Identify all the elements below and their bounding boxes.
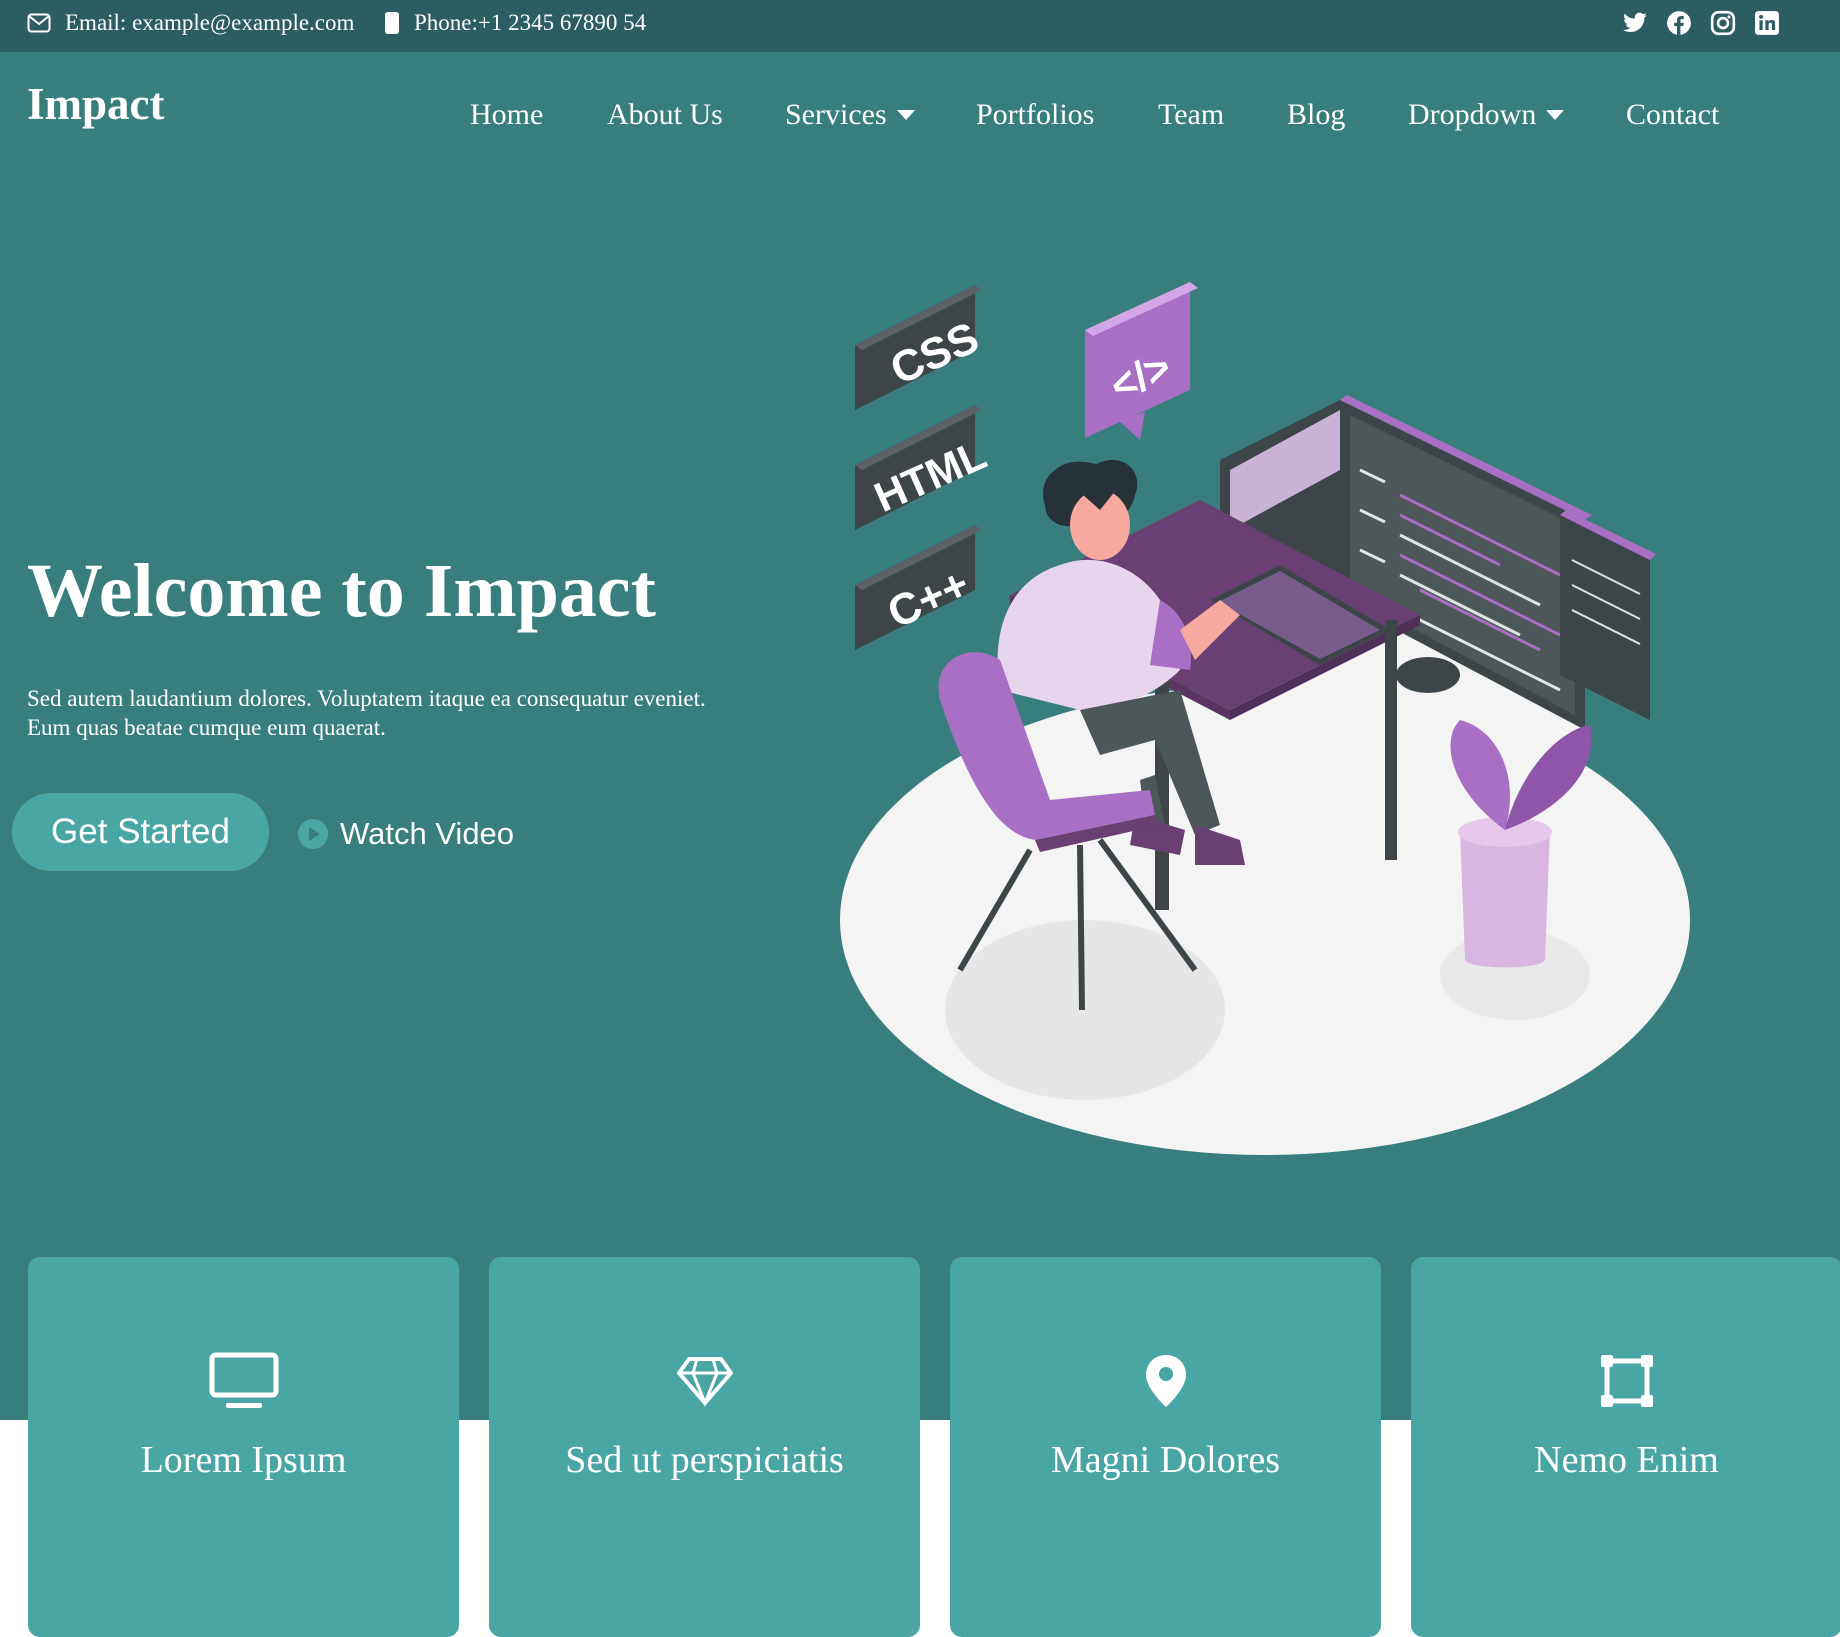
developer-illustration: CSS HTML C++ </> xyxy=(840,282,1690,1155)
get-started-button[interactable]: Get Started xyxy=(12,793,269,871)
site-logo[interactable]: Impact xyxy=(27,78,164,130)
code-bubble: </> xyxy=(1085,282,1198,440)
phone-text: Phone:+1 2345 67890 54 xyxy=(414,10,647,35)
email-contact[interactable]: Email: example@example.com xyxy=(27,0,354,46)
nav-home-label: Home xyxy=(470,98,544,131)
nav-services-label: Services xyxy=(785,98,887,131)
nav-dropdown[interactable]: Dropdown xyxy=(1408,98,1565,132)
diamond-icon xyxy=(669,1345,741,1417)
hero-subtitle-line-1: Sed autem laudantium dolores. Voluptatem… xyxy=(27,686,706,711)
nav-team[interactable]: Team xyxy=(1158,98,1224,132)
feature-card-3-title: Magni Dolores xyxy=(1050,1439,1281,1481)
nav-services[interactable]: Services xyxy=(785,98,915,132)
hero-subtitle: Sed autem laudantium dolores. Voluptatem… xyxy=(27,684,787,742)
instagram-icon[interactable] xyxy=(1710,10,1736,36)
nav-contact[interactable]: Contact xyxy=(1626,98,1719,132)
chevron-down-icon xyxy=(1546,110,1565,120)
feature-card-1-title: Lorem Ipsum xyxy=(140,1439,347,1481)
nav-about-label: About Us xyxy=(607,98,723,131)
map-pin-icon xyxy=(1130,1345,1202,1417)
html-tag: HTML xyxy=(855,405,993,530)
facebook-icon[interactable] xyxy=(1666,10,1692,36)
hero-title: Welcome to Impact xyxy=(27,549,656,633)
top-bar: Email: example@example.com Phone:+1 2345… xyxy=(0,0,1840,52)
linkedin-icon[interactable] xyxy=(1754,10,1780,36)
phone-contact[interactable]: Phone:+1 2345 67890 54 xyxy=(384,0,646,46)
watch-video-label: Watch Video xyxy=(340,816,515,851)
nav-dropdown-label: Dropdown xyxy=(1408,98,1537,131)
nav-portfolios-label: Portfolios xyxy=(976,98,1095,131)
nav-about-us[interactable]: About Us xyxy=(607,98,723,132)
feature-card-4-title: Nemo Enim xyxy=(1534,1439,1719,1481)
nav-team-label: Team xyxy=(1158,98,1225,131)
play-icon xyxy=(298,819,328,849)
envelope-icon xyxy=(27,13,51,33)
social-links xyxy=(1622,10,1780,36)
chevron-down-icon xyxy=(896,110,915,120)
hero-subtitle-line-2: Eum quas beatae cumque eum quaerat. xyxy=(27,715,386,740)
nav-portfolios[interactable]: Portfolios xyxy=(976,98,1094,132)
cpp-tag: C++ xyxy=(855,525,982,650)
phone-icon xyxy=(385,12,399,34)
twitter-icon[interactable] xyxy=(1622,10,1648,36)
feature-card-2-title: Sed ut perspiciatis xyxy=(565,1439,844,1481)
email-text: Email: example@example.com xyxy=(65,10,355,35)
nav-blog[interactable]: Blog xyxy=(1287,98,1345,132)
css-tag: CSS xyxy=(855,285,986,410)
nav-blog-label: Blog xyxy=(1287,98,1346,131)
nav-home[interactable]: Home xyxy=(470,98,543,132)
bounding-box-icon xyxy=(1591,1345,1663,1417)
nav-contact-label: Contact xyxy=(1626,98,1720,131)
monitor-icon xyxy=(208,1345,280,1417)
watch-video-button[interactable]: Watch Video xyxy=(298,812,514,856)
